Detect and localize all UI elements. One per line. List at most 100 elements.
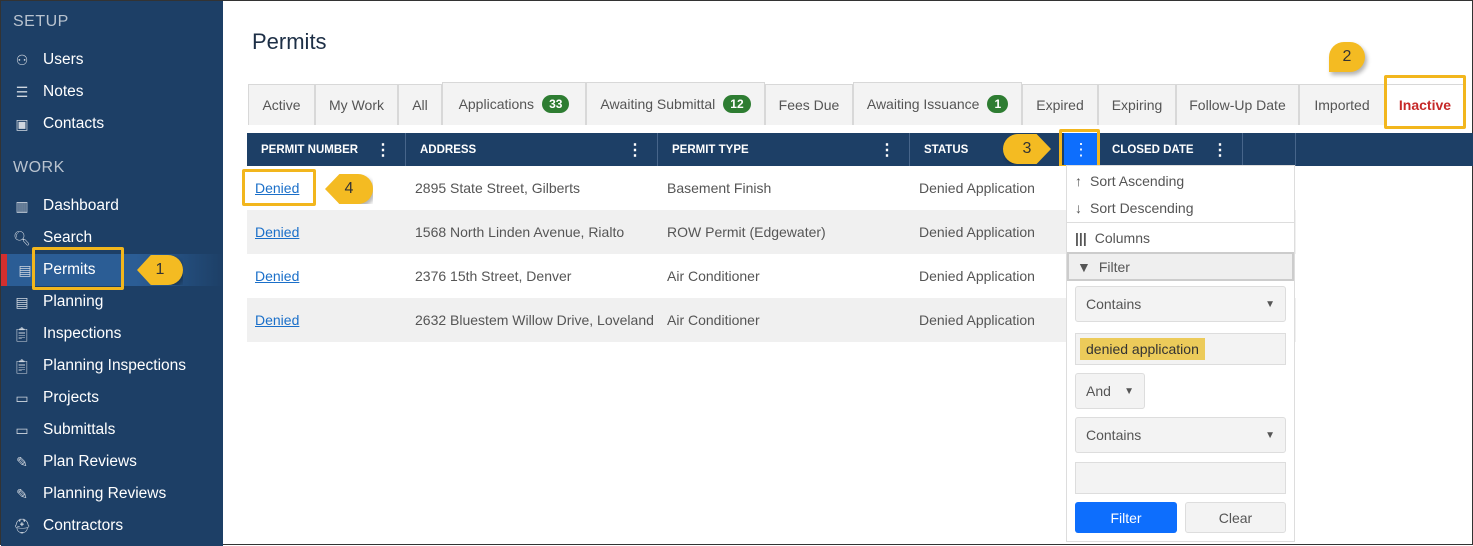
column-menu: ↑ Sort Ascending ↓ Sort Descending ||| Colu…: [1066, 165, 1295, 542]
work-heading: WORK: [13, 159, 65, 176]
sidebar-item-inspections[interactable]: 📋︎ Inspections: [1, 318, 223, 350]
menu-label: Columns: [1094, 229, 1151, 246]
folder-icon: ▭: [15, 421, 29, 438]
callout-2: 2: [1329, 42, 1365, 72]
tab-label: Imported: [1314, 97, 1370, 113]
tab-follow-up-date[interactable]: Follow-Up Date: [1176, 84, 1299, 125]
tab-applications[interactable]: Applications 33: [442, 82, 586, 125]
select-value: Contains: [1086, 427, 1142, 443]
search-icon: 🔍︎: [13, 229, 31, 246]
column-permit-number[interactable]: PERMIT NUMBER ⋮: [247, 133, 406, 166]
tab-active[interactable]: Active: [248, 84, 315, 125]
hardhat-icon: ⛑: [13, 517, 31, 534]
tab-label: All: [412, 97, 428, 113]
status-cell: Denied Application: [919, 224, 1035, 240]
operator-select-2[interactable]: Contains ▼: [1075, 417, 1286, 453]
sidebar-item-label: Planning Reviews: [43, 485, 167, 502]
tab-fees-due[interactable]: Fees Due: [765, 84, 853, 125]
clipboard-icon: 📋︎: [13, 357, 31, 374]
column-closed-date[interactable]: CLOSED DATE ⋮: [1098, 133, 1243, 166]
column-menu-icon[interactable]: ⋮: [375, 140, 391, 160]
highlight-box: [1384, 75, 1466, 129]
sort-ascending-item[interactable]: ↑ Sort Ascending: [1067, 166, 1294, 195]
document-icon: ▤: [15, 293, 29, 310]
column-address[interactable]: ADDRESS ⋮: [406, 133, 658, 166]
sidebar-item-contractors[interactable]: ⛑ Contractors: [1, 510, 223, 542]
columns-item[interactable]: ||| Columns: [1067, 223, 1294, 252]
column-menu-icon[interactable]: ⋮: [627, 140, 643, 160]
permit-link[interactable]: Denied: [255, 224, 299, 240]
column-permit-type[interactable]: PERMIT TYPE ⋮: [658, 133, 910, 166]
filter-value-input-1[interactable]: denied application: [1075, 333, 1286, 365]
sidebar-item-label: Submittals: [43, 421, 116, 438]
tab-label: My Work: [329, 97, 384, 113]
type-cell: ROW Permit (Edgewater): [667, 224, 826, 240]
permit-link[interactable]: Denied: [255, 312, 299, 328]
caret-down-icon: ▼: [1265, 298, 1275, 310]
menu-label: Sort Ascending: [1090, 172, 1185, 189]
sidebar-item-projects[interactable]: ▭ Projects: [1, 382, 223, 414]
highlight-box: [1059, 129, 1100, 168]
table-header: PERMIT NUMBER ⋮ ADDRESS ⋮ PERMIT TYPE ⋮ STA…: [247, 133, 1473, 166]
tab-awaiting-issuance[interactable]: Awaiting Issuance 1: [853, 82, 1022, 125]
sidebar-item-label: Plan Reviews: [43, 453, 137, 470]
permit-link[interactable]: Denied: [255, 268, 299, 284]
tab-imported[interactable]: Imported: [1299, 84, 1385, 125]
sort-descending-item[interactable]: ↓ Sort Descending: [1067, 194, 1294, 223]
clipboard-icon: 📋︎: [13, 325, 31, 342]
sidebar-item-contacts[interactable]: ▣ Contacts: [1, 108, 223, 140]
sidebar-item-planning[interactable]: ▤ Planning: [1, 286, 223, 318]
dashboard-icon: ▥: [15, 197, 29, 214]
operator-select-1[interactable]: Contains ▼: [1075, 286, 1286, 322]
columns-icon: |||: [1075, 229, 1087, 246]
sidebar-item-notes[interactable]: ☰ Notes: [1, 76, 223, 108]
tab-label: Fees Due: [778, 97, 840, 113]
sidebar-item-label: Inspections: [43, 325, 122, 342]
column-label: PERMIT TYPE: [672, 143, 749, 156]
column-menu-icon[interactable]: ⋮: [879, 140, 895, 160]
column-label: ADDRESS: [420, 143, 477, 156]
menu-label: Sort Descending: [1090, 200, 1194, 216]
tab-expiring[interactable]: Expiring: [1098, 84, 1176, 125]
user-icon: ⚇: [15, 51, 29, 68]
clear-button[interactable]: Clear: [1185, 502, 1286, 533]
highlight-box: [242, 169, 316, 206]
column-label: STATUS: [924, 143, 969, 156]
count-badge: 1: [987, 95, 1009, 113]
sidebar-item-plan-reviews[interactable]: ✎ Plan Reviews: [1, 446, 223, 478]
type-cell: Basement Finish: [667, 180, 772, 196]
highlight-box: [32, 247, 124, 290]
type-cell: Air Conditioner: [667, 312, 760, 328]
sidebar-item-planning-inspections[interactable]: 📋︎ Planning Inspections: [1, 350, 223, 382]
tab-all[interactable]: All: [398, 84, 442, 125]
column-label: PERMIT NUMBER: [261, 143, 359, 156]
filter-value-input-2[interactable]: [1075, 462, 1286, 494]
column-menu-icon[interactable]: ⋮: [1212, 140, 1228, 160]
sidebar-item-planning-reviews[interactable]: ✎ Planning Reviews: [1, 478, 223, 510]
tab-awaiting-submittal[interactable]: Awaiting Submittal 12: [586, 82, 765, 125]
tab-label: Active: [262, 97, 301, 113]
tab-my-work[interactable]: My Work: [315, 84, 398, 125]
sidebar-item-label: Users: [43, 51, 84, 68]
sidebar-item-label: Dashboard: [43, 197, 119, 214]
logic-select[interactable]: And ▼: [1075, 373, 1145, 409]
tab-label: Awaiting Submittal: [600, 96, 716, 112]
address-cell: 2632 Bluestem Willow Drive, Loveland: [415, 312, 654, 328]
caret-down-icon: ▼: [1265, 429, 1275, 441]
type-cell: Air Conditioner: [667, 268, 760, 284]
tab-expired[interactable]: Expired: [1022, 84, 1098, 125]
page-title: Permits: [252, 29, 327, 54]
sidebar-item-dashboard[interactable]: ▥ Dashboard: [1, 190, 223, 222]
arrow-down-icon: ↓: [1075, 200, 1082, 216]
setup-heading: SETUP: [13, 13, 69, 30]
filter-button[interactable]: Filter: [1075, 502, 1177, 533]
sidebar-item-users[interactable]: ⚇ Users: [1, 44, 223, 76]
filter-item[interactable]: ▼ Filter: [1067, 252, 1294, 281]
folder-icon: ▭: [15, 389, 29, 406]
count-badge: 33: [542, 95, 570, 113]
sidebar-item-label: Contacts: [43, 115, 105, 132]
address-cell: 1568 North Linden Avenue, Rialto: [415, 224, 625, 240]
status-cell: Denied Application: [919, 312, 1035, 328]
sidebar-item-submittals[interactable]: ▭ Submittals: [1, 414, 223, 446]
select-value: Contains: [1086, 296, 1142, 312]
